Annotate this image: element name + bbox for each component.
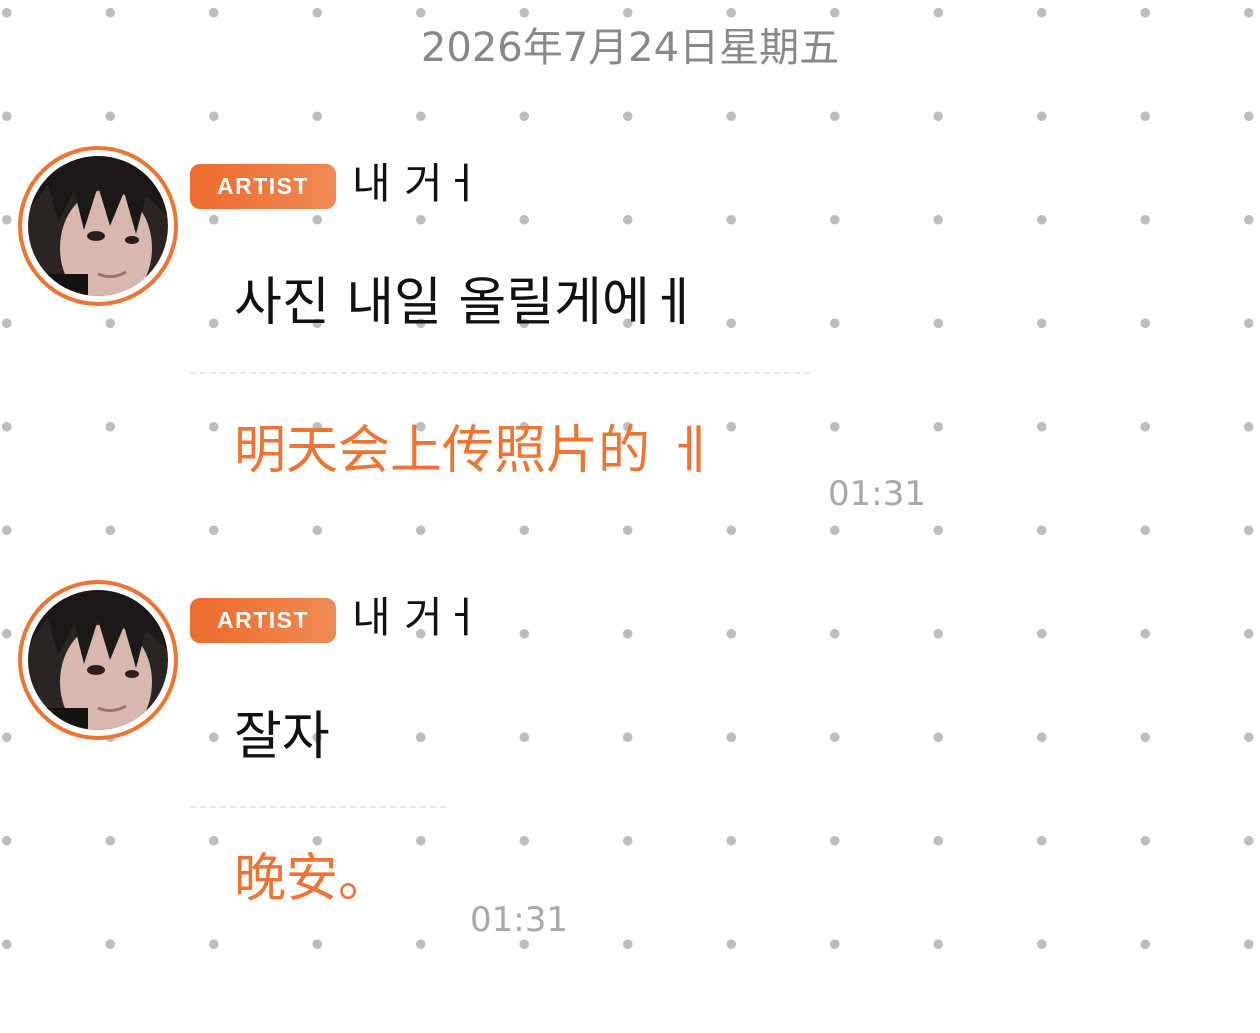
message-text-translation[interactable]: 晚安。 [234, 844, 390, 914]
message-time: 01:31 [828, 474, 926, 514]
translation-divider [190, 806, 446, 808]
chat-message: ARTIST 내 거ㅓ 사진 내일 올릴게에ㅔ 明天会上传照片的 ㅔ 01:31 [0, 146, 1260, 526]
date-header: 2026年7月24日星期五 [0, 22, 1260, 74]
translation-divider [190, 372, 810, 374]
chat-message: ARTIST 내 거ㅓ 잘자 晚安。 01:31 [0, 580, 1260, 960]
message-text-korean[interactable]: 사진 내일 올릴게에ㅔ [234, 268, 698, 338]
artist-badge: ARTIST [190, 164, 336, 209]
message-text-korean[interactable]: 잘자 [234, 702, 330, 772]
sender-name[interactable]: 내 거ㅓ [352, 590, 481, 646]
avatar[interactable] [18, 146, 178, 306]
artist-avatar-icon [28, 590, 168, 730]
artist-badge: ARTIST [190, 598, 336, 643]
sender-name[interactable]: 내 거ㅓ [352, 156, 481, 212]
date-label: 2026年7月24日星期五 [412, 25, 848, 71]
message-text-translation[interactable]: 明天会上传照片的 ㅔ [234, 416, 714, 486]
message-time: 01:31 [470, 900, 568, 940]
artist-avatar-icon [28, 156, 168, 296]
avatar[interactable] [18, 580, 178, 740]
